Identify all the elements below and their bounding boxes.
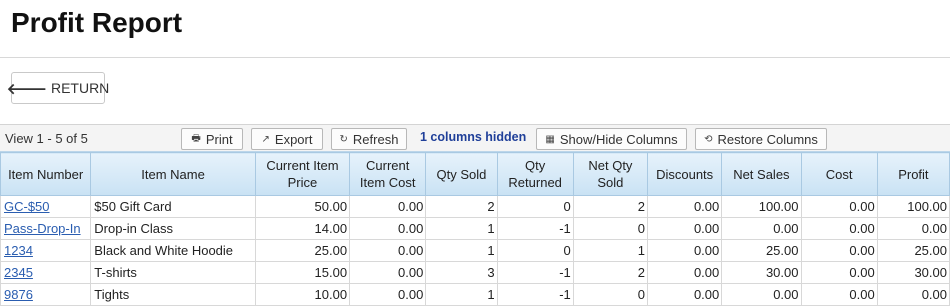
cost-cell: 0.00	[349, 217, 427, 240]
column-header-net-sales[interactable]: Net Sales	[721, 152, 802, 196]
discounts-cell: 0.00	[647, 217, 723, 240]
total-cost-cell: 0.00	[800, 239, 878, 262]
title-divider	[0, 57, 950, 58]
qty-sold-cell: 1	[425, 239, 498, 262]
total-cost-cell: 0.00	[800, 283, 878, 306]
qty-returned-cell: -1	[496, 217, 574, 240]
item-number-link[interactable]: 2345	[0, 261, 92, 284]
refresh-button[interactable]: ↻ Refresh	[331, 128, 407, 150]
column-header-discounts[interactable]: Discounts	[647, 152, 723, 196]
table-row: GC-$50 $50 Gift Card 50.00 0.00 2 0 2 0.…	[0, 195, 950, 218]
price-cell: 25.00	[254, 239, 351, 262]
cost-cell: 0.00	[349, 195, 427, 218]
qty-sold-cell: 3	[425, 261, 498, 284]
export-button[interactable]: ↗ Export	[251, 128, 323, 150]
item-name-cell: Tights	[90, 283, 256, 306]
net-qty-sold-cell: 0	[572, 283, 649, 306]
price-cell: 10.00	[254, 283, 351, 306]
printer-icon: 🖶	[191, 132, 201, 144]
profit-cell: 30.00	[876, 261, 950, 284]
show-hide-label: Show/Hide Columns	[559, 131, 678, 147]
table-header-row: Item Number Item Name Current Item Price…	[0, 152, 950, 196]
net-qty-sold-cell: 2	[572, 195, 649, 218]
net-sales-cell: 30.00	[721, 261, 802, 284]
qty-returned-cell: -1	[496, 261, 574, 284]
restore-icon: ⟲	[704, 133, 713, 145]
export-label: Export	[274, 131, 313, 147]
discounts-cell: 0.00	[647, 239, 723, 262]
table-icon: ▦	[545, 133, 555, 145]
refresh-icon: ↻	[339, 133, 348, 145]
qty-sold-cell: 1	[425, 217, 498, 240]
item-name-cell: Drop-in Class	[90, 217, 256, 240]
page-title: Profit Report	[11, 7, 183, 38]
net-qty-sold-cell: 1	[572, 239, 649, 262]
item-name-cell: $50 Gift Card	[90, 195, 256, 218]
price-cell: 50.00	[254, 195, 351, 218]
return-label: RETURN	[50, 80, 110, 96]
print-button[interactable]: 🖶 Print	[181, 128, 243, 150]
column-header-current-item-price[interactable]: Current Item Price	[254, 152, 351, 196]
table-row: Pass-Drop-In Drop-in Class 14.00 0.00 1 …	[0, 217, 950, 240]
external-link-icon: ↗	[261, 133, 270, 145]
profit-cell: 0.00	[876, 283, 950, 306]
total-cost-cell: 0.00	[800, 261, 878, 284]
profit-cell: 25.00	[876, 239, 950, 262]
table-row: 1234 Black and White Hoodie 25.00 0.00 1…	[0, 239, 950, 262]
qty-returned-cell: -1	[496, 283, 574, 306]
refresh-label: Refresh	[352, 131, 399, 147]
net-sales-cell: 0.00	[721, 217, 802, 240]
qty-sold-cell: 1	[425, 283, 498, 306]
net-sales-cell: 25.00	[721, 239, 802, 262]
profit-cell: 0.00	[876, 217, 950, 240]
table-row: 2345 T-shirts 15.00 0.00 3 -1 2 0.00 30.…	[0, 261, 950, 284]
item-number-link[interactable]: Pass-Drop-In	[0, 217, 92, 240]
profit-table: Item Number Item Name Current Item Price…	[0, 152, 950, 306]
column-header-cost[interactable]: Cost	[800, 152, 878, 196]
item-name-cell: Black and White Hoodie	[90, 239, 256, 262]
column-header-current-item-cost[interactable]: Current Item Cost	[349, 152, 427, 196]
discounts-cell: 0.00	[647, 283, 723, 306]
net-sales-cell: 100.00	[721, 195, 802, 218]
show-hide-columns-button[interactable]: ▦ Show/Hide Columns	[536, 128, 687, 150]
price-cell: 14.00	[254, 217, 351, 240]
hidden-columns-indicator[interactable]: 1 columns hidden	[420, 130, 526, 144]
column-header-qty-returned[interactable]: Qty Returned	[496, 152, 574, 196]
net-qty-sold-cell: 2	[572, 261, 649, 284]
cost-cell: 0.00	[349, 261, 427, 284]
discounts-cell: 0.00	[647, 261, 723, 284]
record-count: View 1 - 5 of 5	[5, 131, 88, 146]
item-number-link[interactable]: 9876	[0, 283, 92, 306]
qty-returned-cell: 0	[496, 195, 574, 218]
qty-sold-cell: 2	[425, 195, 498, 218]
print-label: Print	[205, 131, 233, 147]
discounts-cell: 0.00	[647, 195, 723, 218]
column-header-item-number[interactable]: Item Number	[0, 152, 92, 196]
total-cost-cell: 0.00	[800, 195, 878, 218]
item-number-link[interactable]: 1234	[0, 239, 92, 262]
arrow-left-icon: 🡐	[6, 80, 47, 98]
profit-cell: 100.00	[876, 195, 950, 218]
cost-cell: 0.00	[349, 239, 427, 262]
qty-returned-cell: 0	[496, 239, 574, 262]
table-row: 9876 Tights 10.00 0.00 1 -1 0 0.00 0.00 …	[0, 283, 950, 306]
restore-label: Restore Columns	[717, 131, 818, 147]
price-cell: 15.00	[254, 261, 351, 284]
column-header-qty-sold[interactable]: Qty Sold	[425, 152, 498, 196]
item-number-link[interactable]: GC-$50	[0, 195, 92, 218]
cost-cell: 0.00	[349, 283, 427, 306]
total-cost-cell: 0.00	[800, 217, 878, 240]
column-header-net-qty-sold[interactable]: Net Qty Sold	[572, 152, 649, 196]
net-qty-sold-cell: 0	[572, 217, 649, 240]
item-name-cell: T-shirts	[90, 261, 256, 284]
restore-columns-button[interactable]: ⟲ Restore Columns	[695, 128, 827, 150]
column-header-profit[interactable]: Profit	[876, 152, 950, 196]
net-sales-cell: 0.00	[721, 283, 802, 306]
column-header-item-name[interactable]: Item Name	[90, 152, 256, 196]
grid-toolbar: View 1 - 5 of 5 🖶 Print ↗ Export ↻ Refre…	[0, 124, 950, 152]
return-button[interactable]: 🡐 RETURN	[7, 72, 109, 104]
